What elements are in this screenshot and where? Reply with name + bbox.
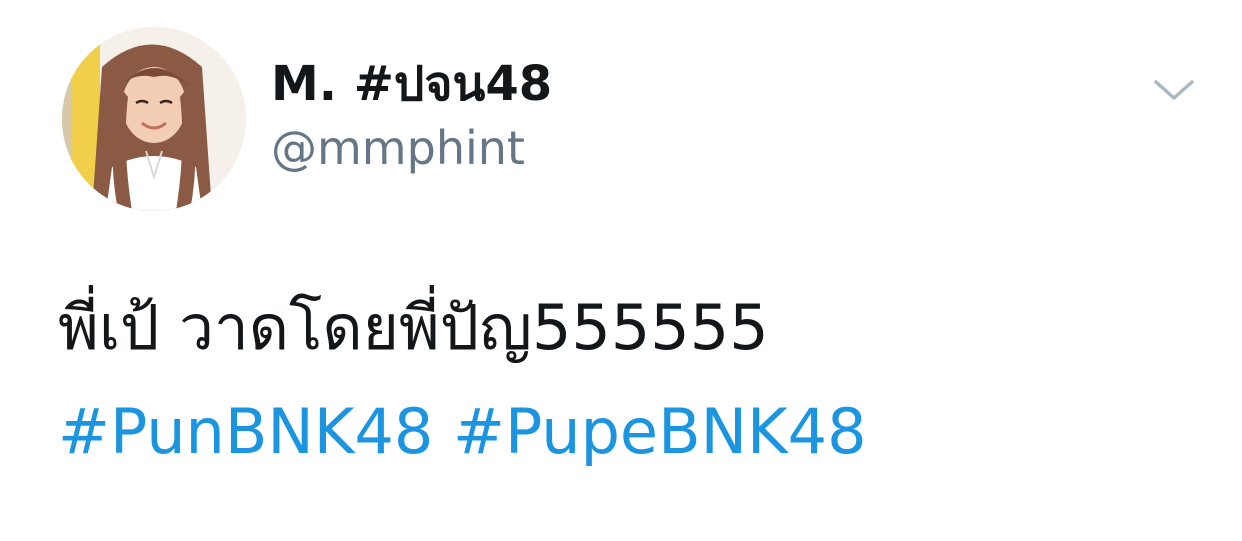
profile-photo-icon — [62, 27, 246, 211]
hashtag-link[interactable]: #PupeBNK48 — [453, 395, 867, 468]
username-handle[interactable]: @mmphint — [271, 120, 525, 176]
chevron-down-icon[interactable] — [1150, 72, 1198, 108]
hashtag-link[interactable]: #PunBNK48 — [58, 395, 433, 468]
tweet-text: พี่เป้ วาดโดยพี่ปัญ555555 — [58, 291, 769, 364]
avatar[interactable] — [62, 27, 246, 211]
display-name[interactable]: M. #ปจน48 — [271, 56, 552, 112]
hashtag-line: #PunBNK48 #PupeBNK48 — [58, 392, 867, 472]
tweet-card: M. #ปจน48 @mmphint พี่เป้ วาดโดยพี่ปัญ55… — [0, 0, 1242, 541]
